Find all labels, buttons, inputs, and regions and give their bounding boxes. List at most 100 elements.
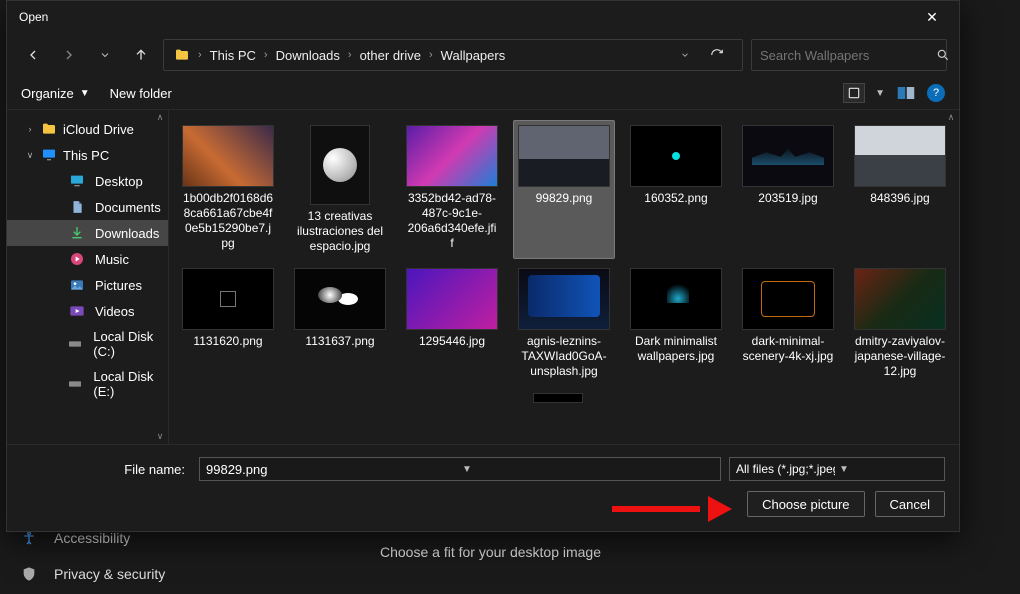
new-folder-button[interactable]: New folder (110, 86, 172, 101)
tree-node-local-disk-c-[interactable]: Local Disk (C:) (7, 324, 168, 364)
breadcrumb-bar[interactable]: › This PC › Downloads › other drive › Wa… (163, 39, 743, 71)
tree-node-desktop[interactable]: Desktop (7, 168, 168, 194)
chevron-right-icon[interactable]: › (427, 49, 435, 61)
file-name: agnis-leznins-TAXWIad0GoA-unsplash.jpg (518, 334, 610, 379)
chevron-right-icon[interactable]: › (346, 49, 354, 61)
refresh-button[interactable] (702, 48, 732, 62)
file-item[interactable]: agnis-leznins-TAXWIad0GoA-unsplash.jpg (513, 263, 615, 384)
tree-node-label: Music (95, 252, 129, 267)
thumbnail (518, 268, 610, 330)
chevron-right-icon[interactable]: › (262, 49, 270, 61)
file-item[interactable]: 3352bd42-ad78-487c-9c1e-206a6d340efe.jfi… (401, 120, 503, 259)
crumb-downloads[interactable]: Downloads (276, 48, 340, 63)
file-name: 1b00db2f0168d68ca661a67cbe4f0e5b15290be7… (182, 191, 274, 251)
file-item[interactable]: 160352.png (625, 120, 727, 259)
file-name: dark-minimal-scenery-4k-xj.jpg (742, 334, 834, 364)
choose-picture-button[interactable]: Choose picture (747, 491, 864, 517)
view-dropdown-icon[interactable]: ▼ (875, 88, 885, 99)
file-item[interactable]: 1131637.png (289, 263, 391, 384)
music-icon (69, 251, 85, 267)
close-button[interactable]: ✕ (917, 9, 947, 26)
file-item[interactable]: 99829.png (513, 120, 615, 259)
file-name: 1131620.png (193, 334, 262, 349)
tree-node-documents[interactable]: Documents (7, 194, 168, 220)
file-grid: 1b00db2f0168d68ca661a67cbe4f0e5b15290be7… (169, 110, 959, 418)
thumbnail (182, 125, 274, 187)
preview-pane-button[interactable] (895, 83, 917, 103)
help-button[interactable]: ? (927, 84, 945, 102)
organize-menu[interactable]: Organize ▼ (21, 86, 90, 101)
tree-node-label: This PC (63, 148, 109, 163)
thumbnail (533, 393, 583, 403)
tree-node-music[interactable]: Music (7, 246, 168, 272)
fit-caption: Choose a fit for your desktop image (380, 544, 601, 560)
filter-text: All files (*.jpg;*.jpeg;*.bmp;*.dib;*.pn… (736, 462, 835, 476)
expander-icon[interactable]: › (25, 124, 35, 134)
expander-icon[interactable]: ∨ (25, 150, 35, 161)
thumbnail (742, 125, 834, 187)
file-name: 13 creativas ilustraciones del espacio.j… (294, 209, 386, 254)
tree-node-label: Videos (95, 304, 135, 319)
chevron-down-icon: ▼ (835, 464, 938, 475)
accessibility-icon (20, 530, 38, 546)
downloads-icon (69, 225, 85, 241)
dialog-footer: File name: 99829.png ▼ All files (*.jpg;… (7, 444, 959, 531)
up-button[interactable] (127, 41, 155, 69)
videos-icon (69, 303, 85, 319)
crumb-other-drive[interactable]: other drive (360, 48, 421, 63)
file-item[interactable]: 1295446.jpg (401, 263, 503, 384)
sidebar-scrollbar[interactable]: ∧∨ (152, 112, 168, 442)
thumbnail (854, 268, 946, 330)
view-mode-button[interactable] (843, 83, 865, 103)
file-item[interactable]: 1131620.png (177, 263, 279, 384)
nav-accessibility[interactable]: Accessibility (20, 530, 130, 546)
chevron-down-icon[interactable]: ▼ (458, 464, 714, 475)
file-item[interactable]: dmitry-zaviyalov-japanese-village-12.jpg (849, 263, 951, 384)
thumbnail (630, 268, 722, 330)
open-file-dialog: Open ✕ › This PC › Downloads › other dri… (6, 0, 960, 532)
thumbnail (406, 125, 498, 187)
thumbnail (310, 125, 370, 205)
grid-scrollbar[interactable]: ∧ (943, 112, 959, 442)
file-item[interactable]: dark-minimal-scenery-4k-xj.jpg (737, 263, 839, 384)
file-item[interactable]: Dark minimalist wallpapers.jpg (625, 263, 727, 384)
search-icon[interactable] (936, 48, 950, 62)
titlebar: Open ✕ (7, 1, 959, 33)
file-item[interactable] (507, 388, 609, 408)
file-name-input[interactable]: 99829.png ▼ (199, 457, 721, 481)
search-input[interactable] (760, 48, 936, 63)
tree-node-videos[interactable]: Videos (7, 298, 168, 324)
crumb-this-pc[interactable]: This PC (210, 48, 256, 63)
nav-privacy-security[interactable]: Privacy & security (20, 566, 165, 582)
file-name: 99829.png (536, 191, 593, 206)
file-item[interactable]: 848396.jpg (849, 120, 951, 259)
address-dropdown[interactable] (674, 50, 696, 60)
recent-locations-button[interactable] (91, 41, 119, 69)
file-name-label: File name: (21, 462, 191, 477)
file-name: 848396.jpg (870, 191, 929, 206)
file-name: 3352bd42-ad78-487c-9c1e-206a6d340efe.jfi… (406, 191, 498, 251)
dialog-title: Open (19, 10, 48, 24)
chevron-right-icon[interactable]: › (196, 49, 204, 61)
tree-node-icloud-drive[interactable]: ›iCloud Drive (7, 116, 168, 142)
tree-node-local-disk-e-[interactable]: Local Disk (E:) (7, 364, 168, 404)
tree-node-label: Documents (95, 200, 161, 215)
tree-node-pictures[interactable]: Pictures (7, 272, 168, 298)
tree-node-downloads[interactable]: Downloads (7, 220, 168, 246)
search-box[interactable] (751, 39, 947, 71)
cancel-button[interactable]: Cancel (875, 491, 945, 517)
file-item[interactable]: 1b00db2f0168d68ca661a67cbe4f0e5b15290be7… (177, 120, 279, 259)
back-button[interactable] (19, 41, 47, 69)
toolbar: Organize ▼ New folder ▼ ? (7, 77, 959, 109)
file-item[interactable]: 203519.jpg (737, 120, 839, 259)
disk-icon (67, 376, 83, 392)
file-type-filter[interactable]: All files (*.jpg;*.jpeg;*.bmp;*.dib;*.pn… (729, 457, 945, 481)
desktop-icon (69, 173, 85, 189)
thumbnail (182, 268, 274, 330)
forward-button[interactable] (55, 41, 83, 69)
shield-icon (20, 566, 38, 582)
file-item[interactable]: 13 creativas ilustraciones del espacio.j… (289, 120, 391, 259)
crumb-wallpapers[interactable]: Wallpapers (441, 48, 506, 63)
tree-node-this-pc[interactable]: ∨ This PC (7, 142, 168, 168)
thumbnail (406, 268, 498, 330)
